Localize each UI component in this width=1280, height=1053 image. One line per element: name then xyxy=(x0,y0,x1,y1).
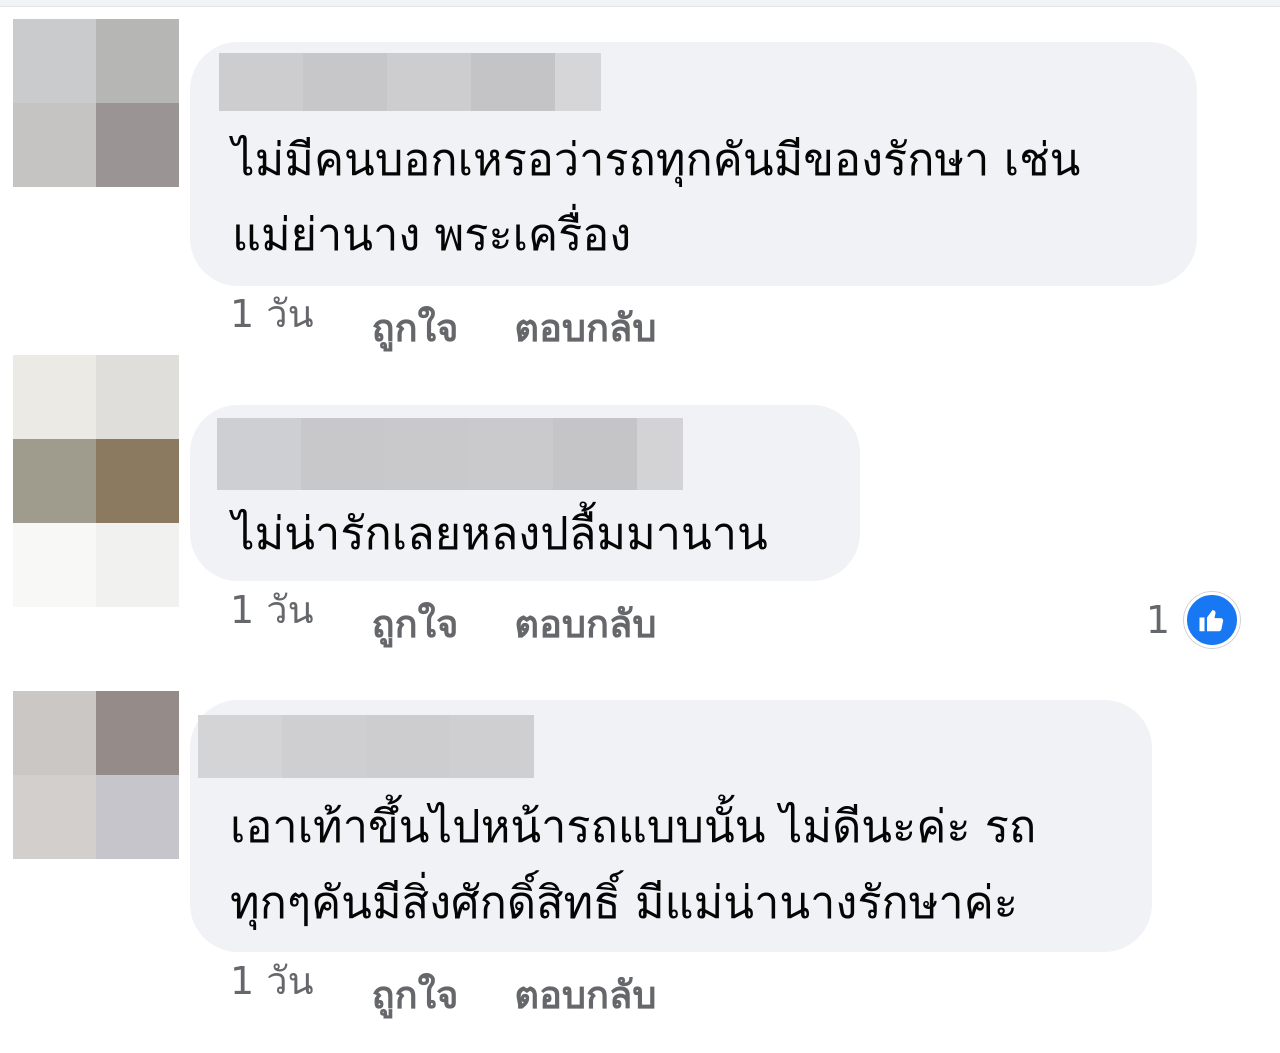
name-blur-block xyxy=(301,418,385,490)
top-divider xyxy=(0,0,1280,7)
avatar-pixel xyxy=(13,19,96,103)
timestamp[interactable]: 1 วัน xyxy=(230,950,314,1011)
comment-text-line-1: เอาเท้าขึ้นไปหน้ารถแบบนั้น ไม่ดีนะค่ะ รถ xyxy=(230,800,1037,853)
avatar-pixel xyxy=(13,103,96,187)
avatar[interactable] xyxy=(13,355,179,607)
avatar-pixel xyxy=(13,355,96,439)
avatar[interactable] xyxy=(13,691,179,859)
name-blur-block xyxy=(555,53,601,111)
avatar-pixel xyxy=(96,775,179,859)
name-blur-block xyxy=(219,53,303,111)
comment-actions: 1 วัน ถูกใจ ตอบกลับ xyxy=(230,959,712,1025)
name-blur-block xyxy=(387,53,471,111)
avatar-pixel xyxy=(96,103,179,187)
reaction-count: 1 xyxy=(1145,598,1170,642)
like-button[interactable]: ถูกใจ xyxy=(372,964,459,1025)
name-blur-block xyxy=(637,418,683,490)
comment-text-line-1: ไม่มีคนบอกเหรอว่ารถทุกคันมีของรักษา เช่น xyxy=(232,133,1081,186)
like-button[interactable]: ถูกใจ xyxy=(372,297,459,358)
blurred-author-name[interactable] xyxy=(217,418,683,490)
name-blur-block xyxy=(553,418,637,490)
avatar-pixel xyxy=(96,19,179,103)
name-blur-block xyxy=(385,418,469,490)
avatar-pixel xyxy=(96,439,179,523)
avatar-pixel xyxy=(96,355,179,439)
like-button[interactable]: ถูกใจ xyxy=(372,593,459,654)
name-blur-block xyxy=(282,715,366,778)
blurred-author-name[interactable] xyxy=(198,715,534,778)
timestamp[interactable]: 1 วัน xyxy=(230,283,314,344)
avatar-pixel xyxy=(13,439,96,523)
name-blur-block xyxy=(198,715,282,778)
reply-button[interactable]: ตอบกลับ xyxy=(514,964,656,1025)
name-blur-block xyxy=(469,418,553,490)
name-blur-block xyxy=(450,715,534,778)
name-blur-block xyxy=(366,715,450,778)
avatar-pixel xyxy=(13,775,96,859)
avatar-pixel xyxy=(13,523,96,607)
comment-actions: 1 วัน ถูกใจ ตอบกลับ xyxy=(230,588,712,654)
blurred-author-name[interactable] xyxy=(219,53,601,111)
avatar-pixel xyxy=(96,523,179,607)
reaction-summary[interactable]: 1 xyxy=(1146,592,1240,648)
name-blur-block xyxy=(471,53,555,111)
reply-button[interactable]: ตอบกลับ xyxy=(514,593,656,654)
avatar-pixel xyxy=(96,691,179,775)
avatar[interactable] xyxy=(13,19,179,187)
name-blur-block xyxy=(303,53,387,111)
thumbs-up-icon xyxy=(1184,592,1240,648)
avatar-pixel xyxy=(13,691,96,775)
timestamp[interactable]: 1 วัน xyxy=(230,579,314,640)
reply-button[interactable]: ตอบกลับ xyxy=(514,297,656,358)
name-blur-block xyxy=(217,418,301,490)
comment-text-line-2: แม่ย่านาง พระเครื่อง xyxy=(232,208,632,261)
comment-text-line-2: ทุกๆคันมีสิ่งศักดิ์สิทธิ์ มีแม่น่านางรัก… xyxy=(230,876,1018,929)
comment-text-line-1: ไม่น่ารักเลยหลงปลื้มมานาน xyxy=(232,507,768,560)
comment-actions: 1 วัน ถูกใจ ตอบกลับ xyxy=(230,292,712,358)
